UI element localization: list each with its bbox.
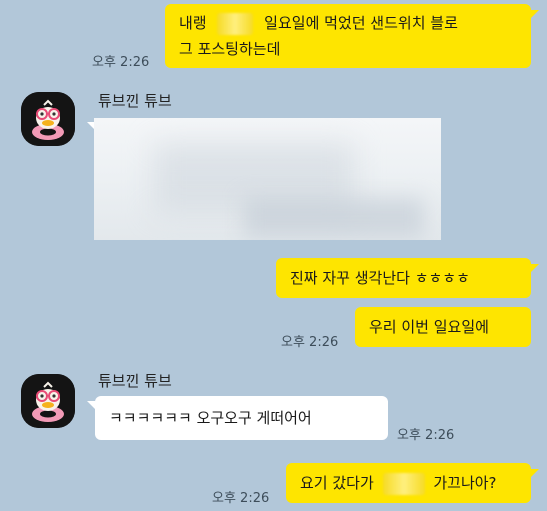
sender-name: 튜브낀 튜브 <box>98 372 172 390</box>
image-blur-region <box>244 198 424 238</box>
redacted-name-blur <box>217 12 254 35</box>
my-message-bubble-3[interactable]: 진짜 자꾸 생각난다 ㅎㅎㅎㅎ <box>276 258 531 298</box>
message-timestamp: 오후 2:26 <box>212 491 270 506</box>
profile-avatar[interactable] <box>21 374 75 428</box>
message-line-1: 내랭 일요일에 먹었던 샌드위치 블로 <box>179 10 517 36</box>
sender-name: 튜브낀 튜브 <box>98 92 172 110</box>
tube-duck-avatar-icon <box>21 374 75 428</box>
message-text: 일요일에 먹었던 샌드위치 블로 <box>264 14 458 32</box>
bubble-tail <box>531 10 539 18</box>
message-text: 내랭 <box>179 14 207 32</box>
tube-duck-avatar-icon <box>21 92 75 146</box>
message-timestamp: 오후 2:26 <box>92 55 150 70</box>
message-line-2: 그 포스팅하는데 <box>179 40 281 58</box>
message-timestamp: 오후 2:26 <box>281 335 339 350</box>
message-text: 우리 이번 일요일에 <box>369 318 489 336</box>
message-text: ㅋㅋㅋㅋㅋㅋ 오구오구 게떠어어 <box>109 409 312 427</box>
message-timestamp: 오후 2:26 <box>397 428 455 443</box>
message-text: 진짜 자꾸 생각난다 ㅎㅎㅎㅎ <box>290 269 470 287</box>
my-message-bubble-1[interactable]: 내랭 일요일에 먹었던 샌드위치 블로 그 포스팅하는데 <box>165 4 531 68</box>
message-text: 요기 갔다가 <box>300 474 374 492</box>
bubble-tail <box>87 401 95 409</box>
image-message[interactable] <box>94 118 441 240</box>
bubble-tail <box>531 264 539 272</box>
profile-avatar[interactable] <box>21 92 75 146</box>
message-text: 가끄나아? <box>433 474 497 492</box>
other-message-bubble-5[interactable]: ㅋㅋㅋㅋㅋㅋ 오구오구 게떠어어 <box>95 396 388 440</box>
redacted-place-blur <box>382 472 425 495</box>
my-message-bubble-4[interactable]: 우리 이번 일요일에 <box>355 307 531 347</box>
bubble-tail <box>531 469 539 477</box>
my-message-bubble-6[interactable]: 요기 갔다가 가끄나아? <box>286 463 531 503</box>
